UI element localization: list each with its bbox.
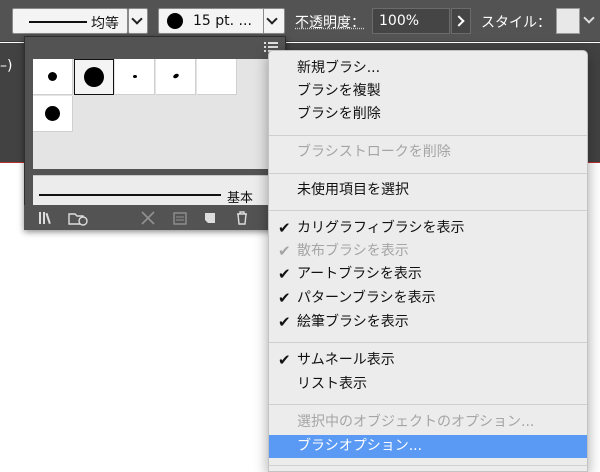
menu-item-show-bristle[interactable]: ✔ 絵筆ブラシを表示 <box>269 311 587 334</box>
menu-item-delete-brush[interactable]: ブラシを削除 <box>269 103 587 126</box>
options-icon[interactable] <box>172 210 188 226</box>
menu-item-show-scatter: ✔ 散布ブラシを表示 <box>269 240 587 263</box>
style-label: スタイル： <box>481 15 551 31</box>
basic-stroke-preview <box>39 194 221 196</box>
brush-definition-label: 15 pt. ... <box>193 13 252 29</box>
variable-width-profile-select[interactable]: 均等 <box>12 8 128 34</box>
checkmark-icon: ✔ <box>278 351 291 369</box>
menu-separator <box>269 135 587 136</box>
brush-dot-icon <box>167 13 183 29</box>
chevron-right-icon <box>453 15 465 27</box>
menu-separator <box>269 404 587 405</box>
trash-icon[interactable] <box>234 210 250 226</box>
brush-definition-select[interactable]: 15 pt. ... <box>158 8 264 34</box>
graphic-style-dropdown-button[interactable] <box>582 8 600 34</box>
libraries-cloud-icon[interactable] <box>68 210 90 226</box>
brush-thumbnail[interactable] <box>156 59 196 95</box>
document-tab-label[interactable]: –) <box>0 58 12 74</box>
checkmark-icon: ✔ <box>278 242 291 260</box>
menu-item-brush-options[interactable]: ブラシオプション... <box>269 435 587 458</box>
menu-separator <box>269 210 587 211</box>
width-profile-dropdown-button[interactable] <box>128 8 148 34</box>
chevron-down-icon <box>583 12 595 24</box>
brushes-panel: 基本 <box>24 36 286 230</box>
menu-item-remove-brush-stroke: ブラシストロークを削除 <box>297 144 451 160</box>
opacity-label[interactable]: 不透明度： <box>295 12 365 32</box>
brush-thumbnail[interactable] <box>33 96 73 132</box>
menu-item-show-art[interactable]: ✔ アートブラシを表示 <box>269 263 587 286</box>
opacity-input[interactable]: 100% <box>372 8 450 34</box>
checkmark-icon: ✔ <box>278 313 291 331</box>
brushes-panel-menu: 新規ブラシ... ブラシを複製 ブラシを削除 ブラシストロークを削除 未使用項目… <box>268 50 588 472</box>
basic-stroke-label: 基本 <box>227 191 254 206</box>
menu-separator <box>269 173 587 174</box>
menu-separator <box>269 342 587 343</box>
new-brush-icon[interactable] <box>202 210 218 226</box>
menu-item-select-unused[interactable]: 未使用項目を選択 <box>269 179 587 202</box>
brush-thumbnail[interactable] <box>33 59 73 95</box>
brush-thumbnail[interactable] <box>197 59 237 95</box>
brush-definition-dropdown-button[interactable] <box>263 8 285 34</box>
width-profile-preview <box>29 21 87 23</box>
remove-stroke-icon[interactable] <box>140 210 156 226</box>
opacity-slider-button[interactable] <box>451 8 471 34</box>
menu-item-list-view[interactable]: リスト表示 <box>269 373 587 396</box>
menu-item-show-pattern[interactable]: ✔ パターンブラシを表示 <box>269 287 587 310</box>
chevron-down-icon <box>266 13 278 25</box>
menu-item-selected-object-options: 選択中のオブジェクトのオプション... <box>297 414 535 430</box>
menu-item-duplicate-brush[interactable]: ブラシを複製 <box>269 80 587 103</box>
graphic-style-swatch[interactable] <box>556 8 580 34</box>
menu-separator <box>269 465 587 466</box>
brush-thumbnail-selected[interactable] <box>74 59 114 95</box>
brush-libraries-icon[interactable] <box>38 210 54 226</box>
brushes-panel-toolbar <box>24 205 286 230</box>
menu-item-new-brush[interactable]: 新規ブラシ... <box>269 57 587 80</box>
width-profile-label: 均等 <box>91 16 119 32</box>
checkmark-icon: ✔ <box>278 265 291 283</box>
menu-item-show-calligraphic[interactable]: ✔ カリグラフィブラシを表示 <box>269 217 587 240</box>
checkmark-icon: ✔ <box>278 219 291 237</box>
brush-thumbnail[interactable] <box>115 59 155 95</box>
menu-item-thumbnail-view[interactable]: ✔ サムネール表示 <box>269 349 587 372</box>
brush-thumbnail-grid <box>33 59 269 169</box>
checkmark-icon: ✔ <box>278 289 291 307</box>
chevron-down-icon <box>131 13 143 25</box>
